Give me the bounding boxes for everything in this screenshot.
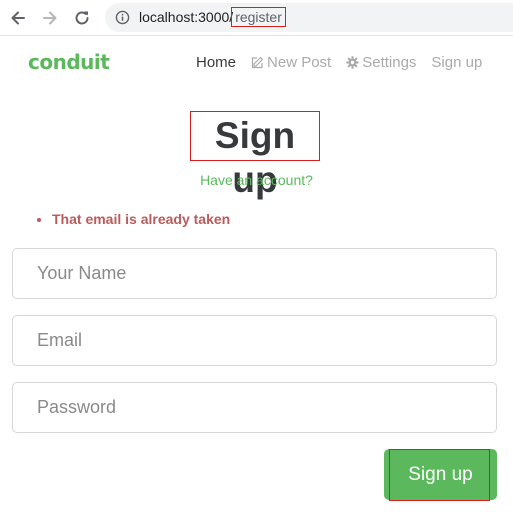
nav-link-label: Sign up <box>431 54 483 71</box>
reload-button[interactable] <box>70 6 94 30</box>
edit-icon <box>251 56 264 69</box>
url-path: register <box>231 7 286 27</box>
name-field[interactable] <box>12 248 497 299</box>
nav-link-settings[interactable]: Settings <box>346 54 416 71</box>
address-bar[interactable]: localhost:3000/register <box>105 3 513 32</box>
nav-link-label: Settings <box>362 54 417 71</box>
url-text[interactable]: localhost:3000/register <box>139 7 286 27</box>
error-item: That email is already taken <box>52 211 230 227</box>
error-messages: That email is already taken <box>34 211 230 227</box>
url-host: localhost:3000/ <box>139 9 234 25</box>
nav-link-home[interactable]: Home <box>196 54 236 71</box>
have-account-link[interactable]: Have an account? <box>0 172 513 188</box>
nav-link-label: Home <box>196 54 237 71</box>
nav-link-new-post[interactable]: New Post <box>251 54 331 71</box>
sign-up-button[interactable]: Sign up <box>384 449 497 500</box>
email-field[interactable] <box>12 315 497 366</box>
nav-links: Home New Post Settings Sign up <box>196 54 482 71</box>
nav-link-label: New Post <box>267 54 332 71</box>
app-navbar: conduit Home New Post Settings Sign up <box>0 36 513 92</box>
page-title-box: Sign up <box>190 111 320 200</box>
brand-logo[interactable]: conduit <box>28 50 110 74</box>
nav-link-sign-up[interactable]: Sign up <box>431 54 482 71</box>
arrow-right-icon <box>43 11 57 25</box>
gear-icon <box>346 56 359 69</box>
reload-icon <box>75 11 89 25</box>
browser-toolbar: localhost:3000/register <box>0 0 513 36</box>
back-button[interactable] <box>6 6 30 30</box>
arrow-left-icon <box>11 11 25 25</box>
page-title: Sign up <box>214 115 296 200</box>
password-field[interactable] <box>12 382 497 433</box>
forward-button[interactable] <box>38 6 62 30</box>
info-icon[interactable] <box>115 10 130 25</box>
